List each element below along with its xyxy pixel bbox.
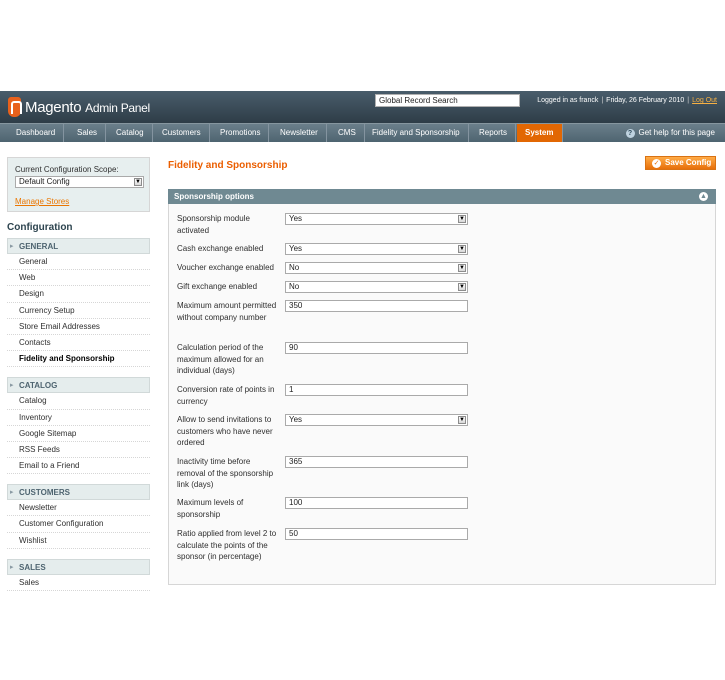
sidebar-item-store-email-addresses[interactable]: Store Email Addresses [7, 319, 150, 335]
sidebar-item-newsletter[interactable]: Newsletter [7, 500, 150, 517]
inactivity-time-input[interactable]: 365 [285, 456, 468, 468]
header-user-info: Logged in as franck | Friday, 26 February … [537, 97, 717, 104]
logo-brand: Magento [25, 98, 82, 116]
manage-stores-link[interactable]: Manage Stores [15, 197, 69, 206]
logged-in-text: Logged in as franck [537, 97, 599, 104]
nav-sales[interactable]: Sales [69, 124, 107, 142]
save-icon: ✓ [652, 159, 661, 168]
nav-customers[interactable]: Customers [154, 124, 210, 142]
nav-system[interactable]: System [517, 124, 563, 142]
gift-exchange-select[interactable]: No ▼ [285, 281, 468, 293]
magento-logo[interactable]: Magento Admin Panel [8, 96, 150, 118]
sidebar-item-catalog[interactable]: Catalog [7, 393, 150, 410]
field-value: No [289, 282, 300, 291]
help-link[interactable]: ? Get help for this page [625, 124, 716, 142]
sidebar-item-sales[interactable]: Sales [7, 575, 150, 591]
field-value: Yes [289, 214, 303, 223]
sidebar-item-google-sitemap[interactable]: Google Sitemap [7, 426, 150, 442]
admin-header: Magento Admin Panel Global Record Search… [0, 91, 725, 123]
max-amount-input[interactable]: 350 [285, 300, 468, 312]
sponsorship-activated-select[interactable]: Yes ▼ [285, 213, 468, 225]
field-value: Yes [289, 415, 303, 424]
page-title: Fidelity and Sponsorship [168, 160, 288, 171]
scope-select[interactable]: Default Config ▼ [15, 176, 144, 188]
save-config-button[interactable]: ✓ Save Config [645, 156, 716, 170]
field-label: Maximum amount permitted without company… [177, 301, 277, 322]
main-nav: Dashboard Sales Catalog Customers Promot… [0, 123, 725, 142]
config-scope-panel: Current Configuration Scope: Default Con… [7, 157, 150, 212]
max-levels-input[interactable]: 100 [285, 497, 468, 509]
field-label: Maximum levels of sponsorship [177, 498, 244, 519]
sidebar-group-catalog[interactable]: CATALOG [7, 377, 150, 394]
field-label: Conversion rate of points in currency [177, 385, 275, 406]
chevron-down-icon: ▼ [458, 283, 466, 291]
conversion-rate-input[interactable]: 1 [285, 384, 468, 396]
allow-invitations-select[interactable]: Yes ▼ [285, 414, 468, 426]
sidebar-group-sales[interactable]: SALES [7, 558, 150, 576]
field-label: Cash exchange enabled [177, 244, 264, 253]
chevron-down-icon: ▼ [458, 264, 466, 272]
sidebar-item-fidelity-sponsorship[interactable]: Fidelity and Sponsorship [7, 351, 150, 368]
logout-link[interactable]: Log Out [692, 97, 717, 104]
logo-subtitle: Admin Panel [85, 100, 150, 115]
chevron-down-icon: ▼ [134, 178, 142, 186]
field-label: Gift exchange enabled [177, 282, 258, 291]
field-value: Yes [289, 244, 303, 253]
help-icon: ? [625, 128, 635, 138]
collapse-icon[interactable]: ▲ [699, 192, 708, 201]
nav-newsletter[interactable]: Newsletter [272, 124, 327, 142]
section-title: Sponsorship options [174, 192, 254, 201]
field-label: Ratio applied from level 2 to calculate … [177, 529, 277, 561]
sidebar-item-inventory[interactable]: Inventory [7, 410, 150, 426]
sidebar-item-general[interactable]: General [7, 254, 150, 271]
nav-cms[interactable]: CMS [330, 124, 365, 142]
scope-label: Current Configuration Scope: [15, 165, 119, 174]
sidebar-item-web[interactable]: Web [7, 270, 150, 287]
chevron-down-icon: ▼ [458, 215, 466, 223]
cash-exchange-select[interactable]: Yes ▼ [285, 243, 468, 255]
field-label: Allow to send invitations to customers w… [177, 415, 273, 447]
chevron-down-icon: ▼ [458, 416, 466, 424]
ratio-level2-input[interactable]: 50 [285, 528, 468, 540]
save-config-label: Save Config [665, 158, 712, 167]
field-label: Voucher exchange enabled [177, 263, 274, 272]
sidebar-item-customer-configuration[interactable]: Customer Configuration [7, 516, 150, 533]
nav-dashboard[interactable]: Dashboard [8, 124, 65, 142]
sidebar-group-customers[interactable]: CUSTOMERS [7, 484, 150, 501]
nav-catalog[interactable]: Catalog [108, 124, 153, 142]
sidebar-item-contacts[interactable]: Contacts [7, 335, 150, 352]
configuration-title: Configuration [7, 222, 73, 233]
section-header-sponsorship-options[interactable]: Sponsorship options ▲ [168, 189, 716, 204]
scope-value: Default Config [19, 177, 70, 186]
help-label: Get help for this page [638, 128, 716, 137]
field-label: Calculation period of the maximum allowe… [177, 343, 264, 375]
nav-promotions[interactable]: Promotions [212, 124, 270, 142]
sidebar-item-email-to-a-friend[interactable]: Email to a Friend [7, 458, 150, 475]
voucher-exchange-select[interactable]: No ▼ [285, 262, 468, 274]
nav-fidelity-sponsorship[interactable]: Fidelity and Sponsorship [364, 124, 469, 142]
field-value: No [289, 263, 300, 272]
sidebar-item-design[interactable]: Design [7, 286, 150, 303]
config-sidebar: GENERAL General Web Design Currency Setu… [7, 238, 150, 591]
nav-reports[interactable]: Reports [471, 124, 517, 142]
header-date: Friday, 26 February 2010 [606, 97, 685, 104]
field-label: Inactivity time before removal of the sp… [177, 457, 274, 489]
chevron-down-icon: ▼ [458, 245, 466, 253]
sidebar-item-rss-feeds[interactable]: RSS Feeds [7, 442, 150, 459]
sidebar-item-currency-setup[interactable]: Currency Setup [7, 303, 150, 319]
global-search-input[interactable]: Global Record Search [375, 94, 520, 107]
sidebar-item-wishlist[interactable]: Wishlist [7, 533, 150, 549]
calculation-period-input[interactable]: 90 [285, 342, 468, 354]
magento-logo-icon [8, 97, 22, 117]
field-label: Sponsorship module activated [177, 214, 250, 235]
sidebar-group-general[interactable]: GENERAL [7, 238, 150, 255]
